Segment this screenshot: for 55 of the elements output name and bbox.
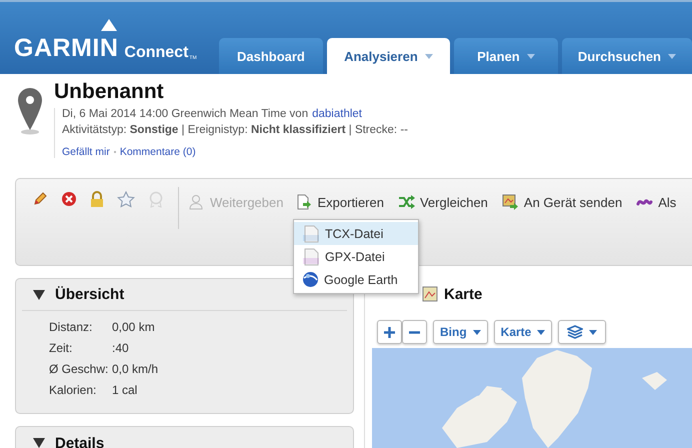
file-icon (302, 248, 320, 266)
nav-tab[interactable]: Planen (454, 38, 558, 74)
map-dropdown-button[interactable]: Karte (494, 320, 552, 344)
star-icon[interactable] (117, 191, 135, 208)
toolbar-action[interactable]: Vergleichen (398, 193, 488, 211)
stat-value: 1 cal (112, 383, 138, 397)
menu-item[interactable]: GPX-Datei (294, 245, 418, 268)
nav-tab[interactable]: Durchsuchen (562, 38, 692, 74)
toolbar-action[interactable]: Als (636, 193, 676, 211)
collapse-triangle-icon[interactable] (33, 290, 45, 300)
pencil-icon[interactable] (32, 191, 48, 207)
caret-icon (472, 330, 481, 334)
nav-tab[interactable]: Analysieren (326, 38, 450, 74)
menu-item[interactable]: TCX-Datei (294, 222, 418, 245)
stat-label: Distanz: (49, 320, 94, 334)
minus-icon (409, 330, 420, 334)
zoom-out-button[interactable] (402, 320, 427, 344)
person-icon (189, 194, 205, 210)
document-arrow-icon (297, 194, 312, 210)
file-icon (302, 224, 320, 242)
panel-title: Karte (444, 286, 482, 302)
delete-icon[interactable] (61, 191, 77, 207)
panel-title: Details (55, 434, 104, 448)
stat-value: :40 (112, 341, 130, 355)
map-pin-icon (16, 86, 44, 136)
nav-tab[interactable]: Dashboard (218, 38, 323, 74)
zoom-in-button[interactable] (377, 320, 402, 344)
activity-link[interactable]: Gefällt mir (62, 146, 110, 158)
activity-link[interactable]: Kommentare (0) (120, 146, 196, 158)
activity-info: Aktivitätstyp: Sonstige | Ereignistyp: Nicht klassifiziert | Strecke: -- (62, 124, 408, 136)
user-link[interactable]: dabiathlet (312, 108, 362, 120)
shuffle-arrows-icon (398, 195, 415, 209)
layers-icon (567, 325, 584, 339)
stat-label: Kalorien: (49, 383, 98, 397)
activity-title: Unbenannt (54, 80, 165, 104)
layers-button[interactable] (558, 320, 606, 344)
globe-icon (302, 271, 319, 288)
lock-icon[interactable] (90, 191, 104, 207)
map-arrow-icon (502, 194, 519, 210)
map-dropdown-button[interactable]: Bing (433, 320, 488, 344)
toolbar-action[interactable]: An Gerät senden (502, 193, 622, 211)
plus-icon (384, 326, 395, 338)
caret-icon (537, 330, 546, 334)
toolbar-action[interactable]: Exportieren (297, 193, 384, 211)
panel-title: Übersicht (55, 286, 124, 303)
stat-label: Ø Geschw: (49, 362, 110, 376)
stat-label: Zeit: (49, 341, 74, 355)
activity-date: Di, 6 Mai 2014 14:00 Greenwich Mean Time von (62, 108, 308, 120)
map-icon (422, 286, 438, 302)
caret-icon (589, 330, 598, 334)
collapse-triangle-icon[interactable] (33, 438, 45, 448)
stat-value: 0,0 km/h (112, 362, 160, 376)
stat-value: 0,00 km (112, 320, 156, 334)
menu-item[interactable]: Google Earth (294, 268, 418, 291)
triangle-icon (101, 19, 118, 31)
